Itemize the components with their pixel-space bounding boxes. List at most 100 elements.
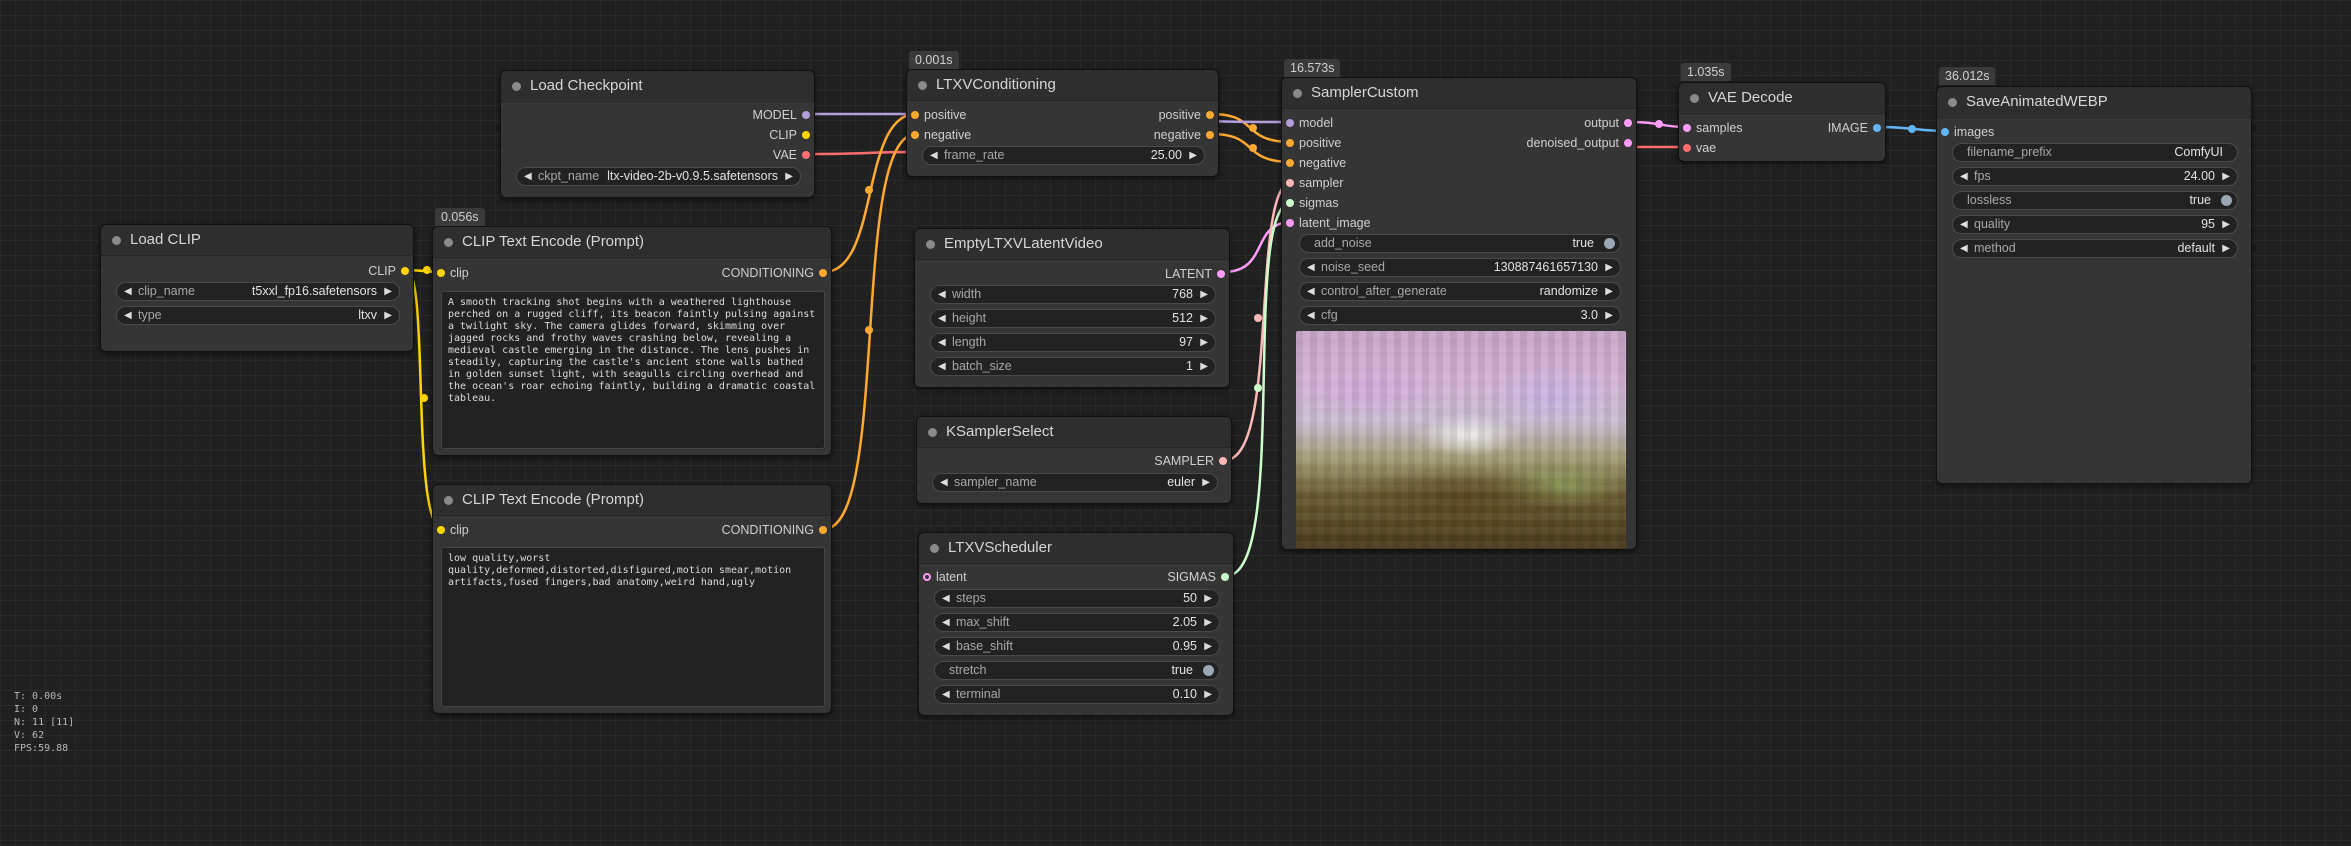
arrow-left-icon[interactable]: ◀ — [938, 310, 946, 327]
output-conditioning[interactable]: CONDITIONING — [722, 522, 831, 538]
node-empty-ltxv-latent-video[interactable]: EmptyLTXVLatentVideo LATENT ◀ width 768 … — [914, 228, 1230, 388]
slot-dot-icon[interactable] — [1624, 139, 1632, 147]
max-shift-number[interactable]: ◀ max_shift 2.05 ▶ — [934, 613, 1220, 632]
output-sigmas[interactable]: SIGMAS — [1167, 569, 1233, 585]
arrow-right-icon[interactable]: ▶ — [1204, 590, 1212, 607]
slot-dot-icon[interactable] — [819, 269, 827, 277]
arrow-right-icon[interactable]: ▶ — [1200, 310, 1208, 327]
arrow-right-icon[interactable]: ▶ — [2222, 168, 2230, 185]
input-clip[interactable]: clip — [433, 265, 469, 281]
output-clip[interactable]: CLIP — [368, 263, 413, 279]
collapse-dot-icon[interactable] — [512, 82, 521, 91]
arrow-left-icon[interactable]: ◀ — [942, 686, 950, 703]
length-number[interactable]: ◀ length 97 ▶ — [930, 333, 1216, 352]
node-clip-text-encode-positive[interactable]: CLIP Text Encode (Prompt) clip CONDITION… — [432, 226, 832, 456]
arrow-right-icon[interactable]: ▶ — [1204, 638, 1212, 655]
arrow-left-icon[interactable]: ◀ — [1307, 307, 1315, 324]
node-title[interactable]: LTXVScheduler — [919, 533, 1233, 564]
arrow-right-icon[interactable]: ▶ — [384, 307, 392, 324]
arrow-left-icon[interactable]: ◀ — [938, 358, 946, 375]
frame-rate-number[interactable]: ◀ frame_rate 25.00 ▶ — [922, 146, 1205, 165]
filename-prefix-text[interactable]: filename_prefix ComfyUI — [1952, 143, 2238, 162]
arrow-left-icon[interactable]: ◀ — [930, 147, 938, 164]
collapse-dot-icon[interactable] — [1293, 89, 1302, 98]
slot-dot-icon[interactable] — [1219, 457, 1227, 465]
output-conditioning[interactable]: CONDITIONING — [722, 265, 831, 281]
fps-number[interactable]: ◀ fps 24.00 ▶ — [1952, 167, 2238, 186]
output-sampler[interactable]: SAMPLER — [1154, 453, 1231, 469]
arrow-right-icon[interactable]: ▶ — [1204, 686, 1212, 703]
arrow-left-icon[interactable]: ◀ — [124, 307, 132, 324]
slot-dot-icon[interactable] — [1683, 124, 1691, 132]
output-latent[interactable]: LATENT — [1165, 266, 1229, 282]
arrow-left-icon[interactable]: ◀ — [1307, 283, 1315, 300]
collapse-dot-icon[interactable] — [444, 238, 453, 247]
slot-dot-icon[interactable] — [802, 151, 810, 159]
input-negative[interactable]: negative — [1282, 155, 1346, 171]
slot-dot-icon[interactable] — [1941, 128, 1949, 136]
node-title[interactable]: KSamplerSelect — [917, 417, 1231, 448]
arrow-right-icon[interactable]: ▶ — [1202, 474, 1210, 491]
node-ltxv-conditioning[interactable]: LTXVConditioning positive negative posit… — [906, 69, 1219, 177]
collapse-dot-icon[interactable] — [1948, 98, 1957, 107]
arrow-left-icon[interactable]: ◀ — [942, 614, 950, 631]
slot-dot-icon[interactable] — [1286, 139, 1294, 147]
toggle-knob-icon[interactable] — [1604, 238, 1615, 249]
input-positive[interactable]: positive — [907, 107, 966, 123]
arrow-left-icon[interactable]: ◀ — [1960, 240, 1968, 257]
input-sigmas[interactable]: sigmas — [1282, 195, 1339, 211]
input-positive[interactable]: positive — [1282, 135, 1341, 151]
node-clip-text-encode-negative[interactable]: CLIP Text Encode (Prompt) clip CONDITION… — [432, 484, 832, 714]
sampler-name-combo[interactable]: ◀ sampler_name euler ▶ — [932, 473, 1218, 492]
width-number[interactable]: ◀ width 768 ▶ — [930, 285, 1216, 304]
collapse-dot-icon[interactable] — [918, 81, 927, 90]
node-title[interactable]: Load CLIP — [101, 225, 413, 256]
node-title[interactable]: EmptyLTXVLatentVideo — [915, 229, 1229, 260]
arrow-right-icon[interactable]: ▶ — [1605, 283, 1613, 300]
arrow-left-icon[interactable]: ◀ — [942, 590, 950, 607]
arrow-right-icon[interactable]: ▶ — [1200, 334, 1208, 351]
collapse-dot-icon[interactable] — [112, 236, 121, 245]
arrow-left-icon[interactable]: ◀ — [940, 474, 948, 491]
output-vae[interactable]: VAE — [773, 147, 814, 163]
output-clip[interactable]: CLIP — [769, 127, 814, 143]
clip-name-combo[interactable]: ◀ clip_name t5xxl_fp16.safetensors ▶ — [116, 282, 400, 301]
noise-seed-number[interactable]: ◀ noise_seed 130887461657130 ▶ — [1299, 258, 1621, 277]
stretch-toggle[interactable]: stretch true — [934, 661, 1220, 680]
slot-dot-icon[interactable] — [802, 131, 810, 139]
slot-dot-icon[interactable] — [1206, 131, 1214, 139]
control-after-generate-combo[interactable]: ◀ control_after_generate randomize ▶ — [1299, 282, 1621, 301]
input-samples[interactable]: samples — [1679, 120, 1743, 136]
slot-dot-icon[interactable] — [1221, 573, 1229, 581]
collapse-dot-icon[interactable] — [926, 240, 935, 249]
add-noise-toggle[interactable]: add_noise true — [1299, 234, 1621, 253]
collapse-dot-icon[interactable] — [444, 496, 453, 505]
slot-dot-icon[interactable] — [1286, 119, 1294, 127]
slot-dot-icon[interactable] — [401, 267, 409, 275]
prompt-textarea[interactable]: A smooth tracking shot begins with a wea… — [441, 291, 825, 449]
arrow-left-icon[interactable]: ◀ — [938, 334, 946, 351]
terminal-number[interactable]: ◀ terminal 0.10 ▶ — [934, 685, 1220, 704]
input-images[interactable]: images — [1937, 124, 1994, 140]
input-vae[interactable]: vae — [1679, 140, 1716, 156]
arrow-right-icon[interactable]: ▶ — [1189, 147, 1197, 164]
node-title[interactable]: CLIP Text Encode (Prompt) — [433, 485, 831, 516]
toggle-knob-icon[interactable] — [2221, 195, 2232, 206]
node-load-checkpoint[interactable]: Load Checkpoint MODEL CLIP VAE ◀ ckpt_na… — [500, 70, 815, 198]
node-title[interactable]: VAE Decode — [1679, 83, 1885, 114]
node-ltxv-scheduler[interactable]: LTXVScheduler latent SIGMAS ◀ steps 50 ▶… — [918, 532, 1234, 716]
quality-number[interactable]: ◀ quality 95 ▶ — [1952, 215, 2238, 234]
slot-dot-icon[interactable] — [911, 111, 919, 119]
output-negative[interactable]: negative — [1154, 127, 1218, 143]
collapse-dot-icon[interactable] — [1690, 94, 1699, 103]
ckpt-name-combo[interactable]: ◀ ckpt_name ltx-video-2b-v0.9.5.safetens… — [516, 167, 801, 186]
method-combo[interactable]: ◀ method default ▶ — [1952, 239, 2238, 258]
type-combo[interactable]: ◀ type ltxv ▶ — [116, 306, 400, 325]
collapse-dot-icon[interactable] — [930, 544, 939, 553]
input-clip[interactable]: clip — [433, 522, 469, 538]
slot-dot-icon[interactable] — [923, 573, 931, 581]
node-title[interactable]: CLIP Text Encode (Prompt) — [433, 227, 831, 258]
slot-dot-icon[interactable] — [819, 526, 827, 534]
toggle-knob-icon[interactable] — [1203, 665, 1214, 676]
node-title[interactable]: LTXVConditioning — [907, 70, 1218, 101]
